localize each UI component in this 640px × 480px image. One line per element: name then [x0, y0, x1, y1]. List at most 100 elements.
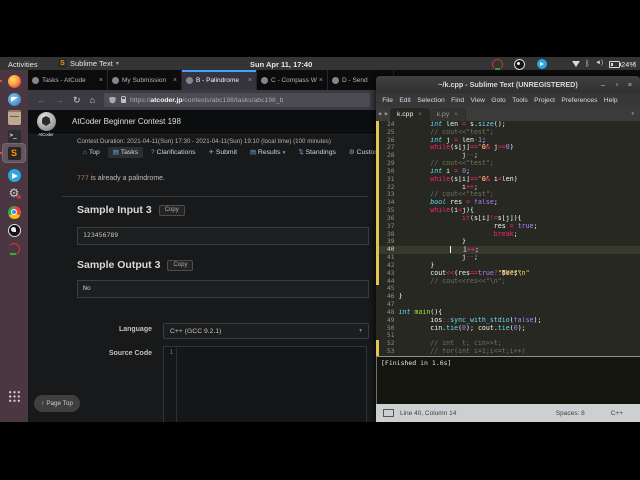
code-line[interactable]: 27 while(s[j]== '0' && j>=0) — [376, 144, 640, 153]
tab-close-icon[interactable] — [173, 77, 177, 84]
menu-view[interactable]: View — [467, 97, 488, 104]
code-line[interactable]: 53 // for(int i=1;i<=t;i++) — [376, 348, 640, 356]
menu-file[interactable]: File — [379, 97, 396, 104]
dock-item-files[interactable] — [3, 108, 25, 126]
url-bar[interactable]: https://atcoder.jp/contests/abc198/tasks… — [103, 93, 370, 107]
copy-button[interactable]: Copy — [158, 204, 185, 216]
home-icon[interactable] — [90, 96, 95, 105]
minimize-button[interactable] — [598, 80, 608, 90]
copy-button[interactable]: Copy — [167, 259, 194, 271]
close-button[interactable] — [625, 80, 635, 90]
editor-tab[interactable]: k.py — [429, 108, 466, 121]
code-line[interactable]: 43 cout<<(res==true? "No": "Yes")<< "\n"; — [376, 269, 640, 278]
menu-selection[interactable]: Selection — [414, 97, 448, 104]
network-icon[interactable] — [572, 61, 580, 67]
obs-tray-icon[interactable] — [514, 59, 525, 70]
nav-top[interactable]: Top — [78, 147, 105, 158]
dock-item-mpv[interactable] — [3, 240, 25, 258]
code-line[interactable]: 38 break; — [376, 230, 640, 239]
code-line[interactable]: 33 // cout<<"test"; — [376, 191, 640, 200]
code-line[interactable]: 40 i++; — [376, 246, 640, 255]
build-output-panel[interactable]: [Finished in 1.6s] — [376, 356, 640, 404]
activities-button[interactable]: Activities — [8, 60, 38, 69]
menu-edit[interactable]: Edit — [396, 97, 414, 104]
tab-scroll-right-icon[interactable] — [383, 107, 390, 121]
code-line[interactable]: 44 // cout<<res<<"\n"; — [376, 277, 640, 286]
lock-icon[interactable] — [120, 95, 126, 103]
tab-close-icon[interactable] — [418, 112, 422, 118]
code-line[interactable]: 51 — [376, 332, 640, 340]
code-line[interactable]: 46} — [376, 293, 640, 301]
syntax-setting[interactable]: C++ — [611, 410, 623, 417]
dock-item-thunderbird[interactable] — [3, 90, 25, 108]
volume-icon[interactable] — [595, 60, 603, 66]
nav-clarifications[interactable]: Clarifications — [146, 147, 200, 158]
indentation-setting[interactable]: Spaces: 8 — [556, 410, 585, 417]
dock-item-chrome[interactable] — [3, 203, 25, 221]
menu-preferences[interactable]: Preferences — [558, 97, 600, 104]
bluetooth-icon[interactable] — [585, 59, 590, 68]
browser-tab-active[interactable]: B - Palindrome — [182, 70, 257, 90]
mpv-tray-icon[interactable] — [492, 59, 503, 70]
language-select[interactable]: C++ (GCC 9.2.1) — [163, 323, 369, 339]
tab-close-icon[interactable] — [248, 77, 252, 84]
code-line[interactable]: 31 while(s[i]== '0' && i<len) — [376, 175, 640, 184]
atcoder-logo[interactable]: AtCoder — [33, 112, 59, 137]
code-line[interactable]: 36 if(s[i]!=s[j]){ — [376, 214, 640, 223]
tab-close-icon[interactable] — [454, 112, 458, 118]
code-line[interactable]: 48 int main(){ — [376, 309, 640, 317]
menu-find[interactable]: Find — [448, 97, 467, 104]
app-menu[interactable]: Sublime Text — [58, 59, 119, 68]
dock-item-telegram[interactable] — [3, 166, 25, 184]
code-line[interactable]: 45 — [376, 285, 640, 293]
menu-tools[interactable]: Tools — [509, 97, 531, 104]
source-code-editor[interactable]: 1 — [163, 346, 367, 422]
code-line[interactable]: 24 int len = s.size(); — [376, 121, 640, 129]
code-line[interactable]: 52 // int t; cin>>t; — [376, 340, 640, 349]
clock[interactable]: Sun Apr 11, 17:40 — [250, 60, 312, 69]
tab-close-icon[interactable] — [99, 77, 103, 84]
nav-submit[interactable]: Submit — [204, 147, 242, 158]
sample-output-code-block[interactable]: No — [77, 280, 369, 298]
editor-tab-active[interactable]: k.cpp — [390, 108, 430, 121]
nav-tasks[interactable]: Tasks — [107, 147, 144, 158]
code-line[interactable]: 26 int j = len-1; — [376, 136, 640, 145]
code-line[interactable]: 39 } — [376, 238, 640, 247]
code-line[interactable]: 34 bool res = false; — [376, 199, 640, 208]
show-applications-button[interactable] — [3, 387, 25, 405]
forward-icon[interactable] — [55, 96, 64, 105]
code-line[interactable]: 32 i++; — [376, 183, 640, 192]
browser-tab[interactable]: Tasks - AtCode — [28, 70, 108, 90]
tab-close-icon[interactable] — [319, 77, 323, 84]
code-line[interactable]: 28 j--; — [376, 152, 640, 161]
tab-scroll-left-icon[interactable] — [376, 107, 383, 121]
sample-input-code-block[interactable]: 123456789 — [77, 227, 369, 245]
dock-item-obs[interactable] — [3, 221, 25, 239]
dock-item-terminal[interactable] — [3, 127, 25, 145]
dock-item-firefox[interactable] — [3, 72, 25, 90]
menu-help[interactable]: Help — [601, 97, 621, 104]
code-line[interactable]: 29 // cout<<"test"; — [376, 160, 640, 168]
code-line[interactable]: 50 cin.tie(0); cout.tie(0); — [376, 325, 640, 333]
reload-icon[interactable] — [73, 96, 81, 105]
system-menu-caret[interactable] — [633, 60, 636, 67]
maximize-button[interactable] — [612, 80, 622, 90]
code-line[interactable]: 47 — [376, 301, 640, 309]
code-line[interactable]: 35 while(i<j){ — [376, 207, 640, 215]
tab-overflow-icon[interactable] — [631, 107, 635, 121]
code-line[interactable]: 25 // cout<<"test"; — [376, 128, 640, 137]
browser-tab[interactable]: My Submission — [108, 70, 182, 90]
code-line[interactable]: 37 res = true; — [376, 222, 640, 231]
browser-tab[interactable]: C - Compass W — [257, 70, 328, 90]
code-line[interactable]: 41 j--; — [376, 254, 640, 262]
menu-goto[interactable]: Goto — [488, 97, 509, 104]
tracking-shield-icon[interactable] — [108, 96, 116, 104]
page-top-button[interactable]: Page Top — [34, 395, 80, 412]
battery-icon[interactable] — [609, 61, 621, 68]
telegram-tray-icon[interactable] — [537, 59, 547, 69]
nav-results[interactable]: Results — [245, 147, 290, 158]
back-icon[interactable] — [37, 96, 46, 105]
dock-item-settings[interactable] — [3, 184, 25, 202]
nav-standings[interactable]: Standings — [293, 147, 341, 158]
menu-project[interactable]: Project — [531, 97, 558, 104]
